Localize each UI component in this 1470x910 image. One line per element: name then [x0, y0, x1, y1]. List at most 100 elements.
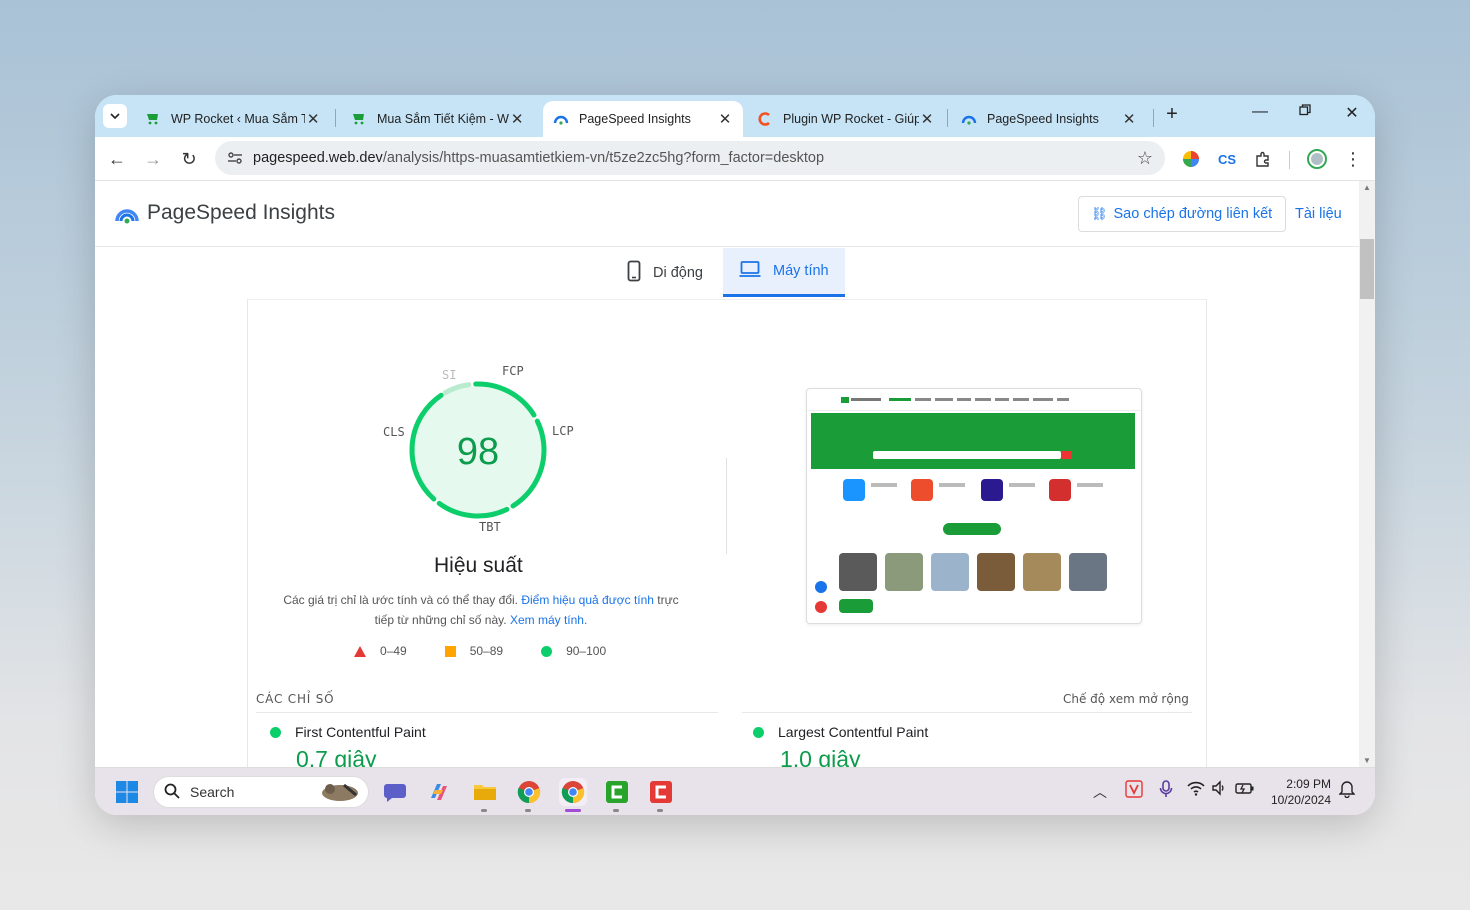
windows-start-icon[interactable] — [113, 778, 141, 806]
menu-kebab-icon[interactable]: ⋮ — [1341, 147, 1365, 171]
legend-fail: 0–49 — [354, 644, 407, 658]
thumb-store-shopee — [911, 479, 933, 501]
metric-fcp: First Contentful Paint — [270, 724, 426, 740]
profile-avatar[interactable] — [1305, 147, 1329, 171]
performance-report: 98 SI FCP LCP TBT CLS Hiệu suất Các giá … — [247, 299, 1207, 767]
thumb-search-bar — [873, 451, 1061, 459]
page-content: PageSpeed Insights ⛓ Sao chép đường liên… — [95, 181, 1375, 767]
bookmark-star-icon[interactable]: ☆ — [1137, 148, 1153, 169]
thumb-product-image — [931, 553, 969, 591]
volume-icon[interactable] — [1211, 780, 1227, 799]
calculator-link[interactable]: Xem máy tính. — [510, 613, 587, 627]
orange-square-icon — [444, 645, 456, 657]
metric-lcp-value: 1,0 giây — [780, 746, 861, 767]
thumb-button — [839, 599, 873, 613]
performance-description: Các giá trị chỉ là ước tính và có thể th… — [276, 590, 686, 630]
close-tab-icon[interactable]: ✕ — [919, 110, 935, 128]
tray-overflow-chevron-icon[interactable]: ︿ — [1093, 782, 1107, 802]
camtasia-red-icon[interactable] — [647, 778, 675, 806]
url-path: /analysis/https-muasamtietkiem-vn/t5ze2z… — [382, 150, 825, 166]
close-tab-icon[interactable]: ✕ — [305, 110, 321, 128]
wifi-icon[interactable] — [1187, 780, 1205, 799]
legend-average: 50–89 — [444, 644, 503, 658]
microphone-icon[interactable] — [1159, 780, 1173, 801]
thumb-store-tiki — [843, 479, 865, 501]
close-tab-icon[interactable]: ✕ — [717, 110, 733, 128]
thumb-search-go — [1061, 451, 1071, 459]
battery-icon[interactable] — [1235, 780, 1255, 799]
thumb-product-image — [1069, 553, 1107, 591]
tab-title: Plugin WP Rocket - Giúp — [783, 112, 919, 126]
legend-pass-range: 90–100 — [566, 644, 607, 658]
expand-view-toggle[interactable]: Chế độ xem mở rộng — [1063, 692, 1189, 706]
copy-link-button[interactable]: ⛓ Sao chép đường liên kết — [1078, 196, 1286, 232]
pagespeed-logo-icon — [115, 209, 139, 224]
copy-link-label: Sao chép đường liên kết — [1113, 206, 1273, 222]
address-bar[interactable]: pagespeed.web.dev/analysis/https-muasamt… — [215, 141, 1165, 175]
new-tab-button[interactable]: + — [1161, 103, 1183, 126]
tab-desktop[interactable]: Máy tính — [723, 248, 845, 297]
thumb-store-text — [1009, 483, 1035, 487]
chrome-icon[interactable] — [515, 778, 543, 806]
forward-button[interactable]: → — [141, 147, 165, 171]
camtasia-green-icon[interactable] — [603, 778, 631, 806]
desc-text-1: Các giá trị chỉ là ước tính và có thể th… — [283, 593, 522, 607]
minimize-button[interactable]: — — [1248, 103, 1272, 121]
thumb-store-lazada — [981, 479, 1003, 501]
extensions-puzzle-icon[interactable] — [1251, 147, 1275, 171]
tab-separator — [947, 109, 948, 127]
tab-pagespeed-2[interactable]: PageSpeed Insights ✕ — [951, 101, 1147, 137]
clock-time: 2:09 PM — [1286, 777, 1331, 791]
close-tab-icon[interactable]: ✕ — [509, 110, 525, 128]
cs-extension-icon[interactable]: CS — [1215, 147, 1239, 171]
tab-mobile-label: Di động — [653, 264, 703, 281]
performance-title: Hiệu suất — [434, 554, 523, 577]
tab-wp-rocket[interactable]: WP Rocket ‹ Mua Sắm Ti ✕ — [135, 101, 331, 137]
green-circle-icon — [753, 726, 764, 738]
scrollbar-thumb[interactable] — [1360, 239, 1374, 299]
store-favicon-icon — [145, 111, 161, 127]
site-info-icon[interactable] — [221, 151, 249, 165]
docs-link[interactable]: Tài liệu — [1295, 206, 1342, 222]
tab-title: PageSpeed Insights — [987, 112, 1099, 126]
thumb-category-pill — [943, 523, 1001, 535]
metric-lcp-name: Largest Contentful Paint — [778, 724, 929, 740]
back-button[interactable]: ← — [105, 147, 129, 171]
chrome-active-icon[interactable] — [559, 778, 587, 806]
tab-pagespeed-active[interactable]: PageSpeed Insights ✕ — [543, 101, 743, 137]
c-favicon-icon — [757, 111, 773, 127]
chat-app-icon[interactable] — [381, 778, 409, 806]
thumb-hero — [811, 413, 1135, 469]
system-clock[interactable]: 2:09 PM 10/20/2024 — [1267, 776, 1331, 808]
tab-search-button[interactable] — [103, 104, 127, 128]
taskbar-search[interactable]: Search — [153, 776, 369, 808]
scroll-up-arrow-icon[interactable]: ▲ — [1359, 183, 1375, 192]
close-window-button[interactable]: ✕ — [1340, 103, 1364, 123]
page-scrollbar[interactable]: ▲ ▼ — [1359, 181, 1375, 767]
scroll-down-arrow-icon[interactable]: ▼ — [1359, 756, 1375, 765]
thumb-product-image — [885, 553, 923, 591]
legend-fail-range: 0–49 — [380, 644, 407, 658]
restore-button[interactable] — [1293, 103, 1317, 121]
file-explorer-icon[interactable] — [471, 778, 499, 806]
close-tab-icon[interactable]: ✕ — [1121, 110, 1137, 128]
score-calc-link[interactable]: Điểm hiệu quả được tính — [521, 593, 654, 607]
metric-lcp: Largest Contentful Paint — [753, 724, 928, 740]
link-icon: ⛓ — [1091, 206, 1108, 221]
gauge-label-fcp: FCP — [502, 364, 524, 378]
tab-mua-sam[interactable]: Mua Sắm Tiết Kiệm - We ✕ — [341, 101, 535, 137]
page-screenshot-thumbnail — [806, 388, 1142, 624]
gauge-label-cls: CLS — [383, 425, 405, 439]
taskbar: Search ︿ 2:09 PM 10/20/2024 — [95, 767, 1375, 815]
tab-mobile[interactable]: Di động — [611, 248, 719, 297]
reload-button[interactable]: ↻ — [177, 147, 201, 171]
browser-toolbar: ← → ↻ pagespeed.web.dev/analysis/https-m… — [95, 137, 1375, 181]
copilot-icon[interactable] — [425, 778, 453, 806]
color-extension-icon[interactable] — [1179, 147, 1203, 171]
vivaldi-tray-icon[interactable] — [1125, 780, 1143, 801]
running-indicator — [613, 809, 619, 812]
gauge-ring: 98 — [409, 381, 547, 519]
tab-plugin-wp-rocket[interactable]: Plugin WP Rocket - Giúp ✕ — [747, 101, 945, 137]
notification-bell-icon[interactable] — [1338, 780, 1356, 801]
tab-separator — [335, 109, 336, 127]
